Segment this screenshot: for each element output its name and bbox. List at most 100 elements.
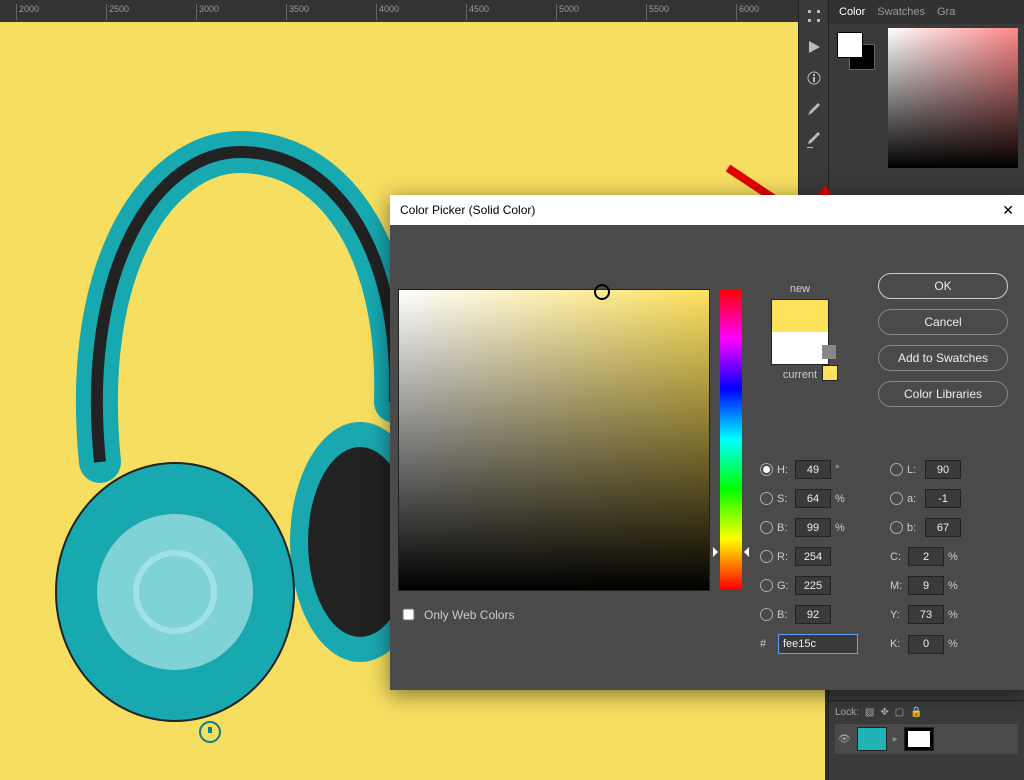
- current-color-swatch[interactable]: [772, 332, 828, 364]
- a-radio[interactable]: [890, 492, 903, 505]
- visibility-eye-icon[interactable]: 👁: [838, 734, 851, 745]
- foreground-color-swatch[interactable]: [837, 32, 863, 58]
- new-color-swatch[interactable]: [772, 300, 828, 332]
- pct-unit: %: [835, 522, 847, 534]
- layer-thumbnail[interactable]: [857, 727, 887, 751]
- r-label: R:: [777, 551, 791, 563]
- collapsed-panel-dock: [798, 0, 829, 208]
- tab-color[interactable]: Color: [839, 6, 865, 18]
- ruler-tick: 3000: [196, 4, 219, 20]
- s-label: S:: [777, 493, 791, 505]
- hue-radio[interactable]: [760, 463, 773, 476]
- only-web-colors-checkbox[interactable]: Only Web Colors: [398, 605, 514, 624]
- gamut-warnings: [822, 345, 838, 381]
- headphones-image: [40, 112, 410, 752]
- lock-position-icon[interactable]: ✥: [880, 707, 888, 718]
- pct-unit: %: [835, 493, 847, 505]
- color-picker-dialog: Color Picker (Solid Color) ✕ new current…: [390, 195, 1024, 690]
- play-icon[interactable]: [806, 39, 822, 58]
- color-field-marker[interactable]: [594, 284, 610, 300]
- g-label: G:: [777, 580, 791, 592]
- pct-unit: %: [948, 638, 960, 650]
- lock-artboard-icon[interactable]: ▢: [895, 707, 904, 718]
- c-label: C:: [890, 551, 904, 563]
- pct-unit: %: [948, 580, 960, 592]
- s-input[interactable]: [795, 489, 831, 508]
- websafe-swatch[interactable]: [822, 365, 838, 381]
- l-label: L:: [907, 464, 921, 476]
- dialog-title: Color Picker (Solid Color): [400, 203, 535, 217]
- brightness-input[interactable]: [795, 518, 831, 537]
- saturation-brightness-field[interactable]: [398, 289, 710, 591]
- pct-unit: %: [948, 551, 960, 563]
- a-input[interactable]: [925, 489, 961, 508]
- s-radio[interactable]: [760, 492, 773, 505]
- tab-gradients[interactable]: Gra: [937, 6, 955, 18]
- foreground-background-swatch[interactable]: [837, 32, 873, 68]
- ruler-tick: 2000: [16, 4, 39, 20]
- h-label: H:: [777, 464, 791, 476]
- brush-settings-icon[interactable]: [806, 132, 822, 151]
- add-to-swatches-button[interactable]: Add to Swatches: [878, 345, 1008, 371]
- ruler-tick: 3500: [286, 4, 309, 20]
- tab-swatches[interactable]: Swatches: [877, 6, 925, 18]
- layers-panel: Lock: ▧ ✥ ▢ 🔒 👁 ▸: [829, 700, 1024, 780]
- lock-all-icon[interactable]: 🔒: [910, 707, 922, 718]
- k-input[interactable]: [908, 635, 944, 654]
- y-input[interactable]: [908, 605, 944, 624]
- cancel-button[interactable]: Cancel: [878, 309, 1008, 335]
- color-spectrum[interactable]: [888, 28, 1018, 168]
- layer-mask-thumbnail[interactable]: [904, 727, 934, 751]
- bv-radio[interactable]: [760, 521, 773, 534]
- ruler-tick: 4500: [466, 4, 489, 20]
- lock-pixels-icon[interactable]: ▧: [865, 707, 874, 718]
- g-radio[interactable]: [760, 579, 773, 592]
- only-web-colors-label: Only Web Colors: [424, 608, 514, 622]
- c-input[interactable]: [908, 547, 944, 566]
- l-input[interactable]: [925, 460, 961, 479]
- ruler-tick: 5500: [646, 4, 669, 20]
- hash-label: #: [760, 638, 774, 650]
- lab-b-label: b:: [907, 522, 921, 534]
- blue-label: B:: [777, 609, 791, 621]
- new-label: new: [760, 283, 840, 295]
- blue-radio[interactable]: [760, 608, 773, 621]
- m-label: M:: [890, 580, 904, 592]
- panel-tabs: Color Swatches Gra: [829, 0, 1024, 24]
- l-radio[interactable]: [890, 463, 903, 476]
- ruler-tick: 2500: [106, 4, 129, 20]
- ruler-tick: 5000: [556, 4, 579, 20]
- horizontal-ruler: 2000 2500 3000 3500 4000 4500 5000 5500 …: [0, 0, 825, 22]
- close-icon[interactable]: ✕: [1002, 202, 1014, 219]
- websafe-warning-icon[interactable]: [822, 345, 836, 359]
- hue-slider[interactable]: [720, 289, 742, 589]
- g-input[interactable]: [795, 576, 831, 595]
- link-icon: ▸: [893, 734, 898, 745]
- lab-b-radio[interactable]: [890, 521, 903, 534]
- arrows-icon[interactable]: [806, 8, 822, 27]
- blue-input[interactable]: [795, 605, 831, 624]
- hue-slider-handle[interactable]: [739, 547, 749, 557]
- hue-input[interactable]: [795, 460, 831, 479]
- a-label: a:: [907, 493, 921, 505]
- b-brightness-label: B:: [777, 522, 791, 534]
- r-input[interactable]: [795, 547, 831, 566]
- m-input[interactable]: [908, 576, 944, 595]
- hue-slider-handle[interactable]: [713, 547, 723, 557]
- lab-b-input[interactable]: [925, 518, 961, 537]
- layer-row[interactable]: 👁 ▸: [835, 724, 1018, 754]
- ok-button[interactable]: OK: [878, 273, 1008, 299]
- ruler-tick: 4000: [376, 4, 399, 20]
- lock-label: Lock:: [835, 707, 859, 718]
- hex-input[interactable]: [778, 634, 858, 654]
- degree-unit: °: [835, 464, 847, 476]
- y-label: Y:: [890, 609, 904, 621]
- brush-icon[interactable]: [806, 101, 822, 120]
- only-web-colors-input[interactable]: [403, 609, 415, 621]
- color-libraries-button[interactable]: Color Libraries: [878, 381, 1008, 407]
- info-icon[interactable]: [806, 70, 822, 89]
- ruler-tick: 6000: [736, 4, 759, 20]
- k-label: K:: [890, 638, 904, 650]
- r-radio[interactable]: [760, 550, 773, 563]
- dialog-titlebar[interactable]: Color Picker (Solid Color) ✕: [390, 195, 1024, 225]
